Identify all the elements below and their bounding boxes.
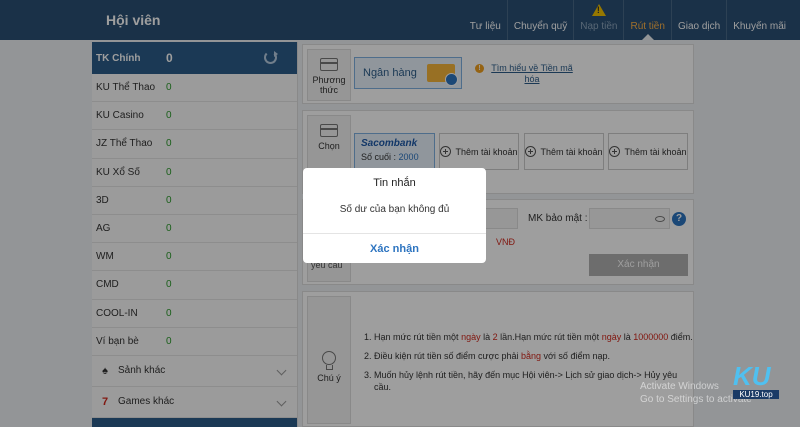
message-dialog: Tin nhắn Số dư của bạn không đủ Xác nhận bbox=[303, 168, 486, 263]
logo-text: KU bbox=[733, 361, 771, 391]
logo-subtext: KU19.top bbox=[733, 390, 779, 399]
dialog-message: Số dư của bạn không đủ bbox=[339, 204, 450, 215]
dialog-title: Tin nhắn bbox=[373, 177, 416, 189]
site-logo: KU KU19.top bbox=[733, 362, 787, 404]
dialog-confirm-button[interactable]: Xác nhận bbox=[303, 233, 486, 263]
